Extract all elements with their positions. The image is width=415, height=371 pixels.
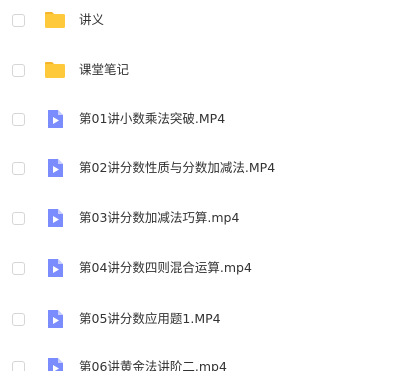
list-item[interactable]: 课堂笔记 (0, 50, 415, 90)
list-item[interactable]: 讲义 (0, 0, 415, 40)
row-checkbox[interactable] (12, 211, 25, 225)
file-name: 第05讲分数应用题1.MP4 (79, 311, 221, 326)
file-list: 讲义 课堂笔记 第01讲小数乘法突破.MP4 第02讲分数性质与分数加减法.MP… (0, 0, 415, 371)
row-checkbox[interactable] (12, 13, 25, 27)
row-checkbox[interactable] (12, 112, 25, 126)
file-name: 课堂笔记 (79, 62, 130, 77)
row-checkbox[interactable] (12, 360, 25, 371)
video-file-icon (48, 358, 63, 371)
folder-icon (45, 62, 65, 78)
video-file-icon (48, 259, 63, 277)
list-item[interactable]: 第05讲分数应用题1.MP4 (0, 299, 415, 339)
file-name: 第04讲分数四则混合运算.mp4 (79, 260, 252, 275)
file-name: 第06讲黄金法讲阶二.mp4 (79, 359, 227, 371)
folder-icon (45, 12, 65, 28)
video-file-icon (48, 110, 63, 128)
list-item[interactable]: 第06讲黄金法讲阶二.mp4 (0, 347, 415, 371)
file-name: 第02讲分数性质与分数加减法.MP4 (79, 160, 276, 175)
file-name: 第01讲小数乘法突破.MP4 (79, 111, 226, 126)
list-item[interactable]: 第03讲分数加减法巧算.mp4 (0, 198, 415, 238)
row-checkbox[interactable] (12, 63, 25, 77)
video-file-icon (48, 209, 63, 227)
list-item[interactable]: 第04讲分数四则混合运算.mp4 (0, 248, 415, 288)
video-file-icon (48, 159, 63, 177)
file-name: 第03讲分数加减法巧算.mp4 (79, 210, 240, 225)
list-item[interactable]: 第01讲小数乘法突破.MP4 (0, 99, 415, 139)
row-checkbox[interactable] (12, 312, 25, 326)
video-file-icon (48, 310, 63, 328)
file-name: 讲义 (79, 12, 105, 27)
row-checkbox[interactable] (12, 161, 25, 175)
list-item[interactable]: 第02讲分数性质与分数加减法.MP4 (0, 148, 415, 188)
row-checkbox[interactable] (12, 261, 25, 275)
